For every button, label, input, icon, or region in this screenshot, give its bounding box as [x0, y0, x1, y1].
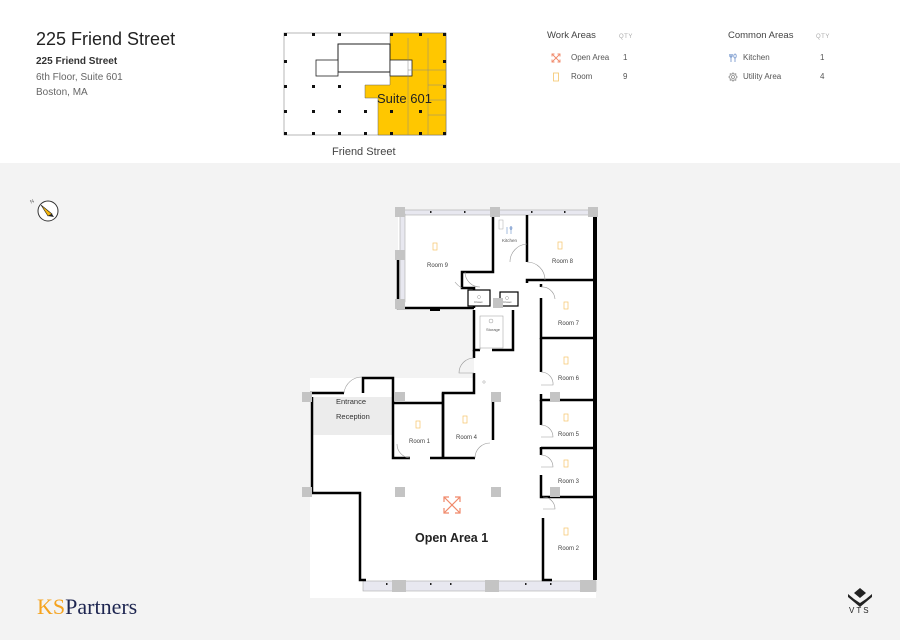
suite-label: Suite 601 — [377, 91, 432, 106]
legend-qty: 1 — [623, 53, 628, 62]
room-6-label: Room 6 — [558, 376, 580, 382]
legend-qty: 4 — [820, 72, 825, 81]
legend-qty-header: QTY — [619, 34, 633, 40]
open-area-icon — [551, 53, 561, 63]
address-line-2: 6th Floor, Suite 601 — [36, 72, 123, 83]
entrance-label: Entrance — [336, 397, 366, 406]
legend-common-areas: Common Areas QTY Kitchen 1 Utility Area … — [728, 30, 838, 90]
header: 225 Friend Street 225 Friend Street 6th … — [0, 0, 900, 163]
open-area-label: Open Area 1 — [415, 531, 488, 545]
address-line-3: Boston, MA — [36, 87, 88, 98]
street-label: Friend Street — [332, 146, 396, 158]
storage-label: Storage — [486, 327, 501, 332]
closet-label: Closet — [474, 300, 483, 304]
room-7-label: Room 7 — [558, 321, 580, 327]
reception-label: Reception — [336, 412, 370, 421]
room-8-label: Room 8 — [552, 259, 574, 265]
legend-qty-header: QTY — [816, 34, 830, 40]
ks-partners-logo: KSPartners — [37, 594, 137, 620]
legend-qty: 1 — [820, 53, 825, 62]
legend-qty: 9 — [623, 72, 628, 81]
room-5-label: Room 5 — [558, 432, 580, 438]
room-icon — [553, 72, 559, 82]
legend-work-areas: Work Areas QTY Open Area 1 Room 9 — [547, 30, 647, 90]
room-2-label: Room 2 — [558, 546, 580, 552]
key-plan: Suite 601 — [283, 32, 447, 136]
utility-area-icon — [728, 72, 738, 82]
ks-prefix: KS — [37, 594, 66, 619]
closet-label: Closet — [503, 300, 512, 304]
room-9-label: Room 9 — [427, 263, 449, 269]
legend-label: Utility Area — [743, 72, 782, 81]
legend-common-areas-title: Common Areas — [728, 30, 794, 41]
room-4-label: Room 4 — [456, 435, 478, 441]
vts-logo-text: VTS — [849, 606, 871, 615]
kitchen-icon — [729, 53, 737, 62]
address-line-1: 225 Friend Street — [36, 56, 118, 67]
legend-label: Room — [571, 72, 593, 81]
room-1-label: Room 1 — [409, 439, 431, 445]
kitchen-label: Kitchen — [502, 238, 518, 243]
ks-suffix: Partners — [65, 594, 138, 619]
page-title: 225 Friend Street — [36, 29, 176, 49]
floor-plan: Closet Closet Room 9 Room 8 Room 7 Room … — [302, 207, 598, 598]
legend-work-areas-title: Work Areas — [547, 30, 596, 41]
room-3-label: Room 3 — [558, 479, 580, 485]
legend-label: Open Area — [571, 53, 610, 62]
legend-label: Kitchen — [743, 53, 770, 62]
